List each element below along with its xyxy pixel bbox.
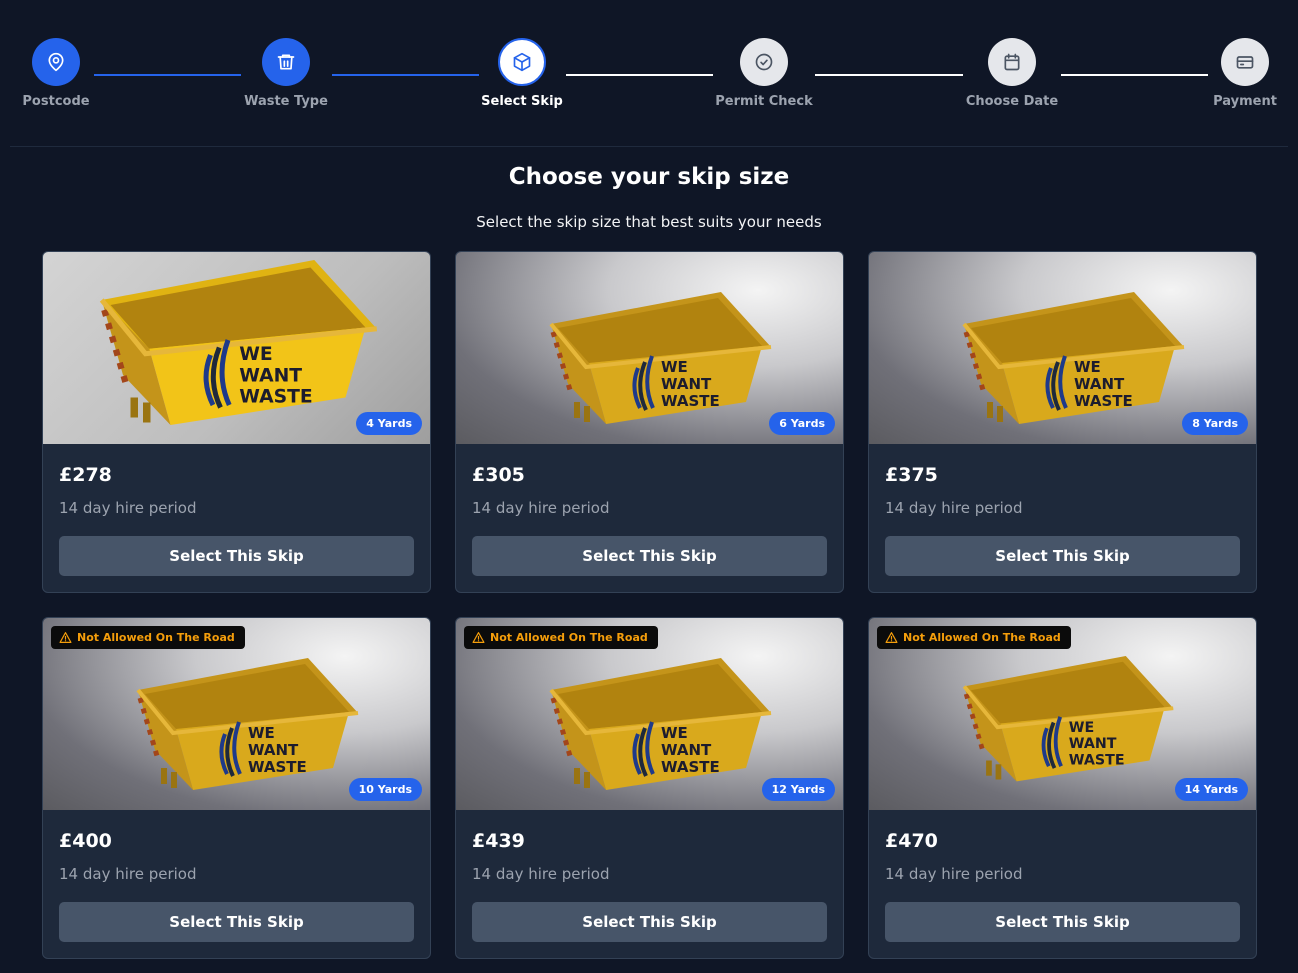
skip-card[interactable]: WE WANT WASTE Not Allowed On The Road 14… (868, 617, 1257, 959)
skip-price: £439 (472, 830, 525, 852)
map-pin-icon (48, 52, 64, 72)
warning-text: Not Allowed On The Road (490, 631, 648, 644)
not-allowed-on-road-badge: Not Allowed On The Road (464, 626, 658, 649)
skip-size-badge: 4 Yards (356, 412, 422, 435)
skip-container-graphic: WE WANT WASTE (99, 260, 378, 425)
skip-image: WE WANT WASTE 4 Yards (43, 252, 430, 444)
hire-period: 14 day hire period (59, 499, 197, 517)
svg-text:WE: WE (661, 358, 688, 376)
svg-text:WANT: WANT (1069, 736, 1117, 752)
step-label: Payment (1213, 94, 1277, 109)
svg-text:WANT: WANT (248, 741, 299, 759)
skip-image: WE WANT WASTE 8 Yards (869, 252, 1256, 444)
step-connector (815, 74, 963, 76)
warning-text: Not Allowed On The Road (77, 631, 235, 644)
svg-text:WASTE: WASTE (1074, 392, 1133, 410)
svg-text:WASTE: WASTE (248, 758, 307, 776)
hire-period: 14 day hire period (885, 865, 1023, 883)
warning-triangle-icon (472, 632, 485, 643)
step-waste-type[interactable]: Waste Type (216, 38, 356, 109)
step-permit-check[interactable]: Permit Check (694, 38, 834, 109)
step-choose-date[interactable]: Choose Date (942, 38, 1082, 109)
header-divider (10, 146, 1288, 147)
box-icon (513, 52, 531, 72)
step-select-skip[interactable]: Select Skip (452, 38, 592, 109)
hire-period: 14 day hire period (59, 865, 197, 883)
warning-text: Not Allowed On The Road (903, 631, 1061, 644)
credit-card-icon (1236, 56, 1254, 69)
skip-price: £470 (885, 830, 938, 852)
svg-text:WANT: WANT (239, 365, 302, 386)
warning-triangle-icon (59, 632, 72, 643)
step-circle (32, 38, 80, 86)
svg-text:WE: WE (661, 724, 688, 742)
step-label: Choose Date (965, 94, 1059, 109)
hire-period: 14 day hire period (885, 499, 1023, 517)
skip-card[interactable]: WE WANT WASTE 4 Yards £278 14 day hire p… (42, 251, 431, 593)
select-skip-button[interactable]: Select This Skip (472, 536, 827, 576)
skip-container-graphic: WE WANT WASTE (962, 656, 1174, 782)
svg-text:WE: WE (239, 344, 273, 365)
svg-text:WANT: WANT (661, 741, 712, 759)
skip-card[interactable]: WE WANT WASTE 6 Yards £305 14 day hire p… (455, 251, 844, 593)
not-allowed-on-road-badge: Not Allowed On The Road (877, 626, 1071, 649)
step-circle (988, 38, 1036, 86)
select-skip-button[interactable]: Select This Skip (59, 536, 414, 576)
hire-period: 14 day hire period (472, 499, 610, 517)
skip-price: £305 (472, 464, 525, 486)
svg-text:WE: WE (1074, 358, 1101, 376)
step-circle (262, 38, 310, 86)
page-subtitle: Select the skip size that best suits you… (476, 213, 822, 231)
skip-card[interactable]: WE WANT WASTE Not Allowed On The Road 12… (455, 617, 844, 959)
skip-image: WE WANT WASTE 6 Yards (456, 252, 843, 444)
step-label: Postcode (22, 94, 90, 109)
not-allowed-on-road-badge: Not Allowed On The Road (51, 626, 245, 649)
hire-period: 14 day hire period (472, 865, 610, 883)
step-circle (740, 38, 788, 86)
select-skip-button[interactable]: Select This Skip (59, 902, 414, 942)
step-label: Select Skip (481, 94, 563, 109)
skip-size-badge: 12 Yards (761, 778, 835, 801)
svg-text:WE: WE (1069, 720, 1094, 736)
calendar-icon (1004, 53, 1020, 71)
skip-size-badge: 8 Yards (1182, 412, 1248, 435)
skip-card[interactable]: WE WANT WASTE 8 Yards £375 14 day hire p… (868, 251, 1257, 593)
skip-price: £278 (59, 464, 112, 486)
svg-text:WASTE: WASTE (661, 392, 720, 410)
skip-size-badge: 6 Yards (769, 412, 835, 435)
trash-icon (277, 54, 295, 70)
step-label: Permit Check (715, 94, 813, 109)
svg-text:WANT: WANT (1074, 375, 1125, 393)
step-circle (498, 38, 546, 86)
svg-text:WASTE: WASTE (661, 758, 720, 776)
svg-text:WANT: WANT (661, 375, 712, 393)
skip-container-graphic: WE WANT WASTE (962, 292, 1185, 424)
check-circle-icon (755, 53, 773, 71)
skip-container-graphic: WE WANT WASTE (549, 658, 772, 790)
skip-price: £400 (59, 830, 112, 852)
progress-stepper: Postcode Waste Type Select Skip Permit C… (0, 0, 1298, 146)
skip-image: WE WANT WASTE Not Allowed On The Road 12… (456, 618, 843, 810)
step-postcode[interactable]: Postcode (0, 38, 126, 109)
skip-container-graphic: WE WANT WASTE (136, 658, 359, 790)
skip-container-graphic: WE WANT WASTE (549, 292, 772, 424)
skip-price: £375 (885, 464, 938, 486)
select-skip-button[interactable]: Select This Skip (472, 902, 827, 942)
page-title: Choose your skip size (508, 164, 790, 190)
select-skip-button[interactable]: Select This Skip (885, 902, 1240, 942)
skip-size-badge: 10 Yards (348, 778, 422, 801)
skip-image: WE WANT WASTE Not Allowed On The Road 10… (43, 618, 430, 810)
warning-triangle-icon (885, 632, 898, 643)
svg-text:WASTE: WASTE (239, 387, 312, 408)
skip-image: WE WANT WASTE Not Allowed On The Road 14… (869, 618, 1256, 810)
step-circle (1221, 38, 1269, 86)
skip-card[interactable]: WE WANT WASTE Not Allowed On The Road 10… (42, 617, 431, 959)
step-label: Waste Type (244, 94, 328, 109)
svg-text:WASTE: WASTE (1069, 752, 1125, 768)
svg-text:WE: WE (248, 724, 275, 742)
step-payment[interactable]: Payment (1175, 38, 1298, 109)
select-skip-button[interactable]: Select This Skip (885, 536, 1240, 576)
skip-size-badge: 14 Yards (1174, 778, 1248, 801)
